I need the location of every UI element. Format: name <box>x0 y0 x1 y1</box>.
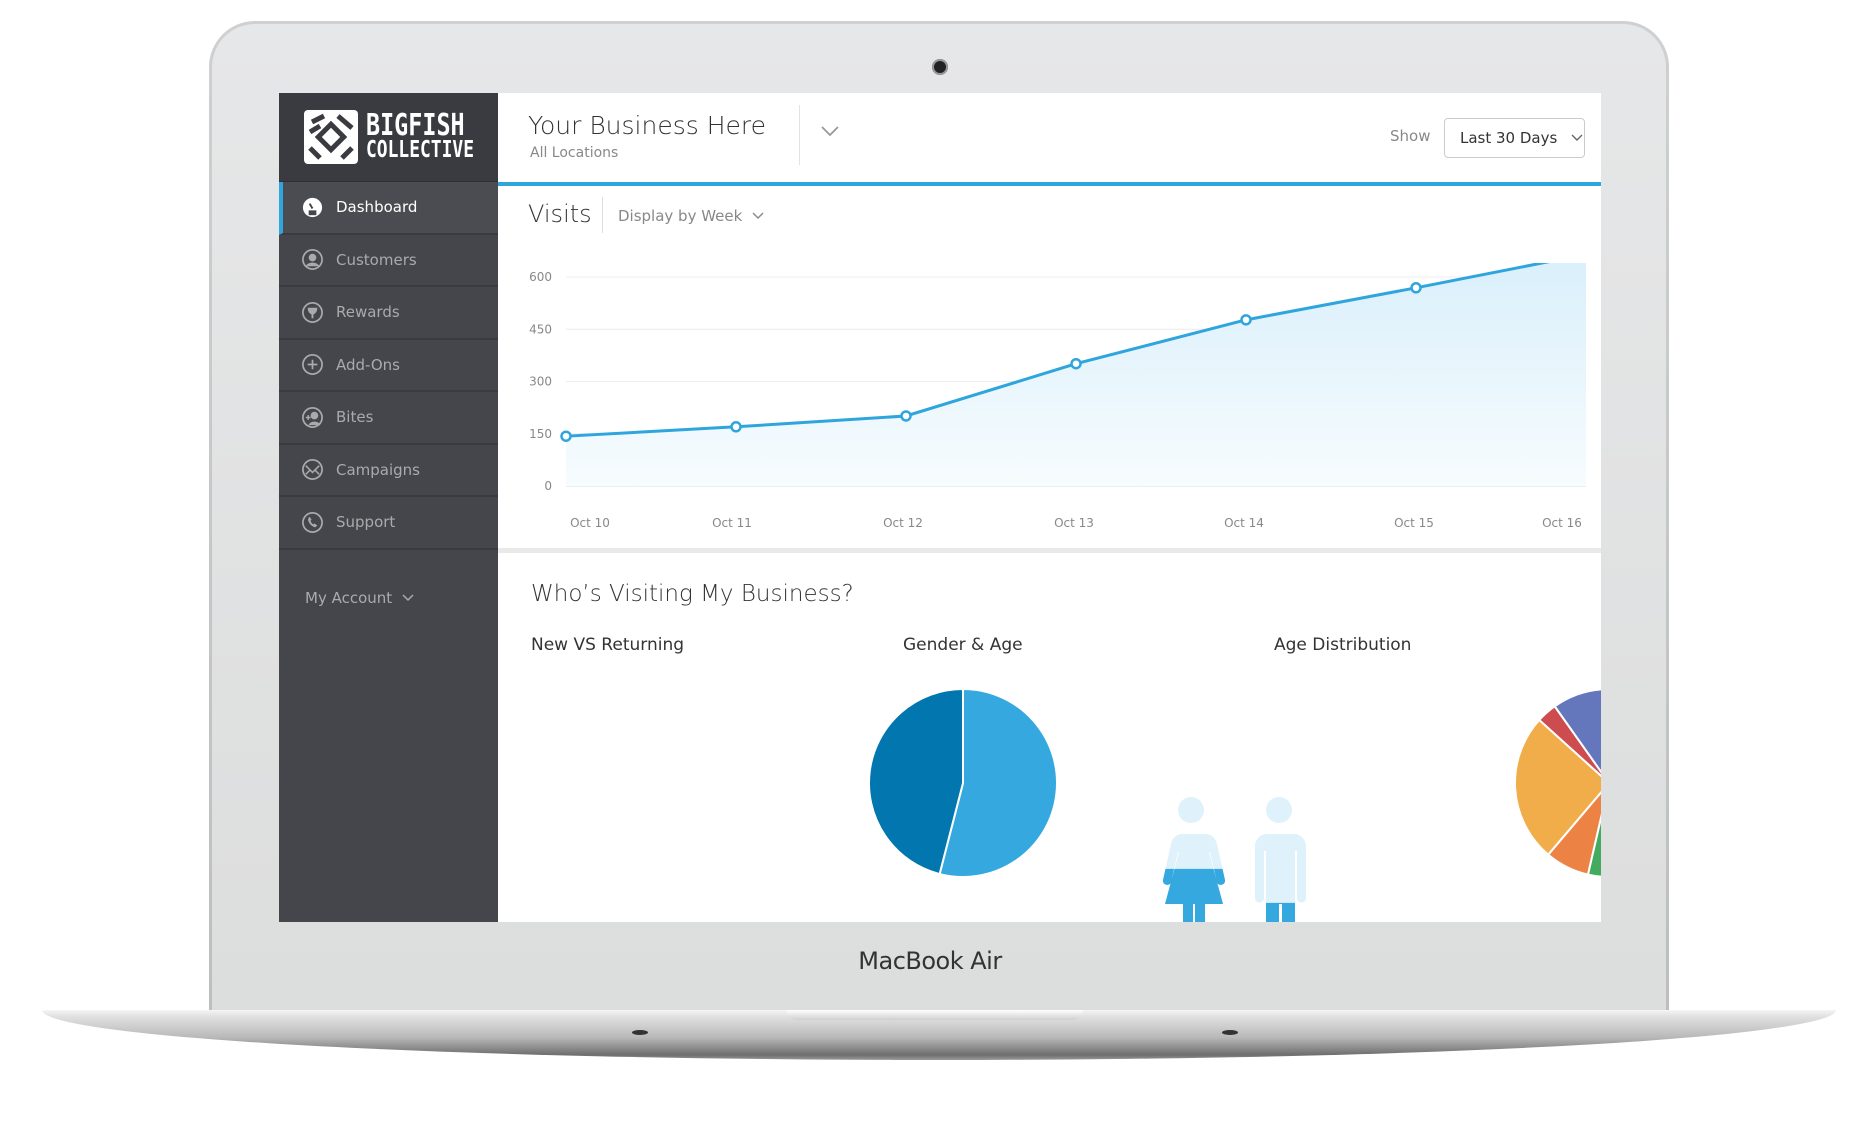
sidebar-item-label: Rewards <box>336 303 400 322</box>
data-point <box>1070 357 1082 370</box>
gender-figures <box>1162 797 1306 922</box>
sidebar-item-dashboard[interactable]: Dashboard <box>279 182 498 235</box>
sidebar-item-rewards[interactable]: Rewards <box>279 287 498 340</box>
x-tick-label: Oct 15 <box>1394 516 1434 530</box>
sidebar-item-campaigns[interactable]: Campaigns <box>279 445 498 497</box>
laptop-foot <box>632 1030 648 1035</box>
divider <box>602 197 603 233</box>
device-label: MacBook Air <box>858 947 1002 975</box>
laptop-foot <box>1222 1030 1238 1035</box>
phone-icon <box>302 511 323 533</box>
sidebar: BIGFISH COLLECTIVE Dashboard Customers Rewa… <box>279 93 498 922</box>
sidebar-item-label: Support <box>336 513 396 532</box>
header: Your Business Here All Locations Show La… <box>498 93 1601 182</box>
sidebar-item-label: Campaigns <box>336 460 421 479</box>
display-by-select[interactable]: Display by Week <box>618 207 764 225</box>
laptop-notch <box>787 1010 1083 1020</box>
female-head <box>1178 797 1204 823</box>
my-account-menu[interactable]: My Account <box>305 589 414 607</box>
dashboard-gauge-icon <box>302 197 323 217</box>
sidebar-item-label: Bites <box>336 408 374 427</box>
visits-chart: 0 150 300 450 600 Oct 10 Oct 11 Oct 12 Oct 13 Oct… <box>529 263 1586 530</box>
chevron-down-icon <box>402 594 414 602</box>
visits-title: Visits <box>528 200 592 228</box>
male-head <box>1266 797 1292 823</box>
y-tick-label: 450 <box>529 322 552 336</box>
divider <box>799 105 800 165</box>
logo-mark-icon <box>303 110 358 164</box>
sidebar-item-support[interactable]: Support <box>279 497 498 550</box>
show-label: Show <box>1390 127 1431 145</box>
logo[interactable]: BIGFISH COLLECTIVE <box>279 93 498 182</box>
male-figure-icon <box>1255 834 1306 922</box>
trophy-icon <box>302 301 323 323</box>
x-tick-label: Oct 10 <box>570 516 610 530</box>
x-tick-label: Oct 13 <box>1054 516 1094 530</box>
date-range-value: Last 30 Days <box>1460 129 1558 147</box>
data-point <box>560 430 572 442</box>
x-tick-label: Oct 12 <box>883 516 923 530</box>
sidebar-item-addons[interactable]: Add-Ons <box>279 340 498 392</box>
new-vs-returning-title: New VS Returning <box>531 635 685 655</box>
logo-text: BIGFISH COLLECTIVE <box>365 107 474 164</box>
y-tick-label: 0 <box>544 479 552 493</box>
chevron-down-icon <box>1571 134 1583 141</box>
sidebar-item-label: Dashboard <box>336 198 418 217</box>
visits-area <box>566 263 1586 486</box>
date-range-select[interactable]: Last 30 Days <box>1444 118 1585 158</box>
envelope-icon <box>302 459 323 481</box>
age-distribution-pie <box>1514 688 1601 878</box>
camera <box>932 59 948 75</box>
section-separator <box>498 548 1601 553</box>
screen: BIGFISH COLLECTIVE Dashboard Customers Rewa… <box>279 93 1601 922</box>
y-tick-label: 300 <box>529 375 552 389</box>
business-title[interactable]: Your Business Here <box>528 111 766 140</box>
sidebar-item-bites[interactable]: Bites <box>279 392 498 445</box>
header-accent-bar <box>498 182 1601 186</box>
chevron-down-icon <box>752 212 764 219</box>
data-point <box>900 410 912 422</box>
gender-age-title: Gender & Age <box>903 635 1023 655</box>
location-subtitle: All Locations <box>530 145 619 161</box>
y-tick-label: 150 <box>529 427 552 441</box>
data-point <box>1410 282 1422 294</box>
plus-circle-icon <box>302 354 323 376</box>
x-tick-label: Oct 11 <box>712 516 752 530</box>
sidebar-item-customers[interactable]: Customers <box>279 235 498 287</box>
data-point <box>730 421 742 433</box>
my-account-label: My Account <box>305 589 393 607</box>
add-user-icon <box>302 406 323 428</box>
main-content: Your Business Here All Locations Show La… <box>498 93 1601 922</box>
sidebar-item-label: Add-Ons <box>336 355 400 374</box>
age-distribution-title: Age Distribution <box>1274 635 1412 655</box>
business-switch-chevron-icon[interactable] <box>820 125 840 137</box>
display-by-value: Display by Week <box>618 207 743 225</box>
new-vs-returning-pie <box>868 687 1058 878</box>
user-icon <box>302 249 323 271</box>
x-tick-label: Oct 14 <box>1224 516 1264 530</box>
data-point <box>1240 314 1252 326</box>
y-tick-label: 600 <box>529 270 552 284</box>
visitors-section-title: Who’s Visiting My Business? <box>531 581 854 607</box>
x-tick-label: Oct 16 <box>1542 516 1582 530</box>
sidebar-item-label: Customers <box>336 250 417 269</box>
